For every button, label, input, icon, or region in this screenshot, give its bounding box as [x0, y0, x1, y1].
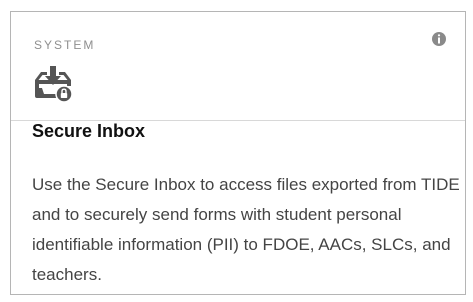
card-title[interactable]: Secure Inbox: [32, 121, 145, 142]
card-description: Use the Secure Inbox to access files exp…: [32, 175, 460, 284]
secure-inbox-card[interactable]: SYSTEM Secure Inbox Use the Secure Inbox…: [10, 11, 466, 295]
card-header: SYSTEM: [11, 12, 465, 121]
info-icon[interactable]: [431, 31, 447, 47]
inbox-download-icon: [35, 66, 73, 102]
card-category: SYSTEM: [34, 38, 96, 52]
